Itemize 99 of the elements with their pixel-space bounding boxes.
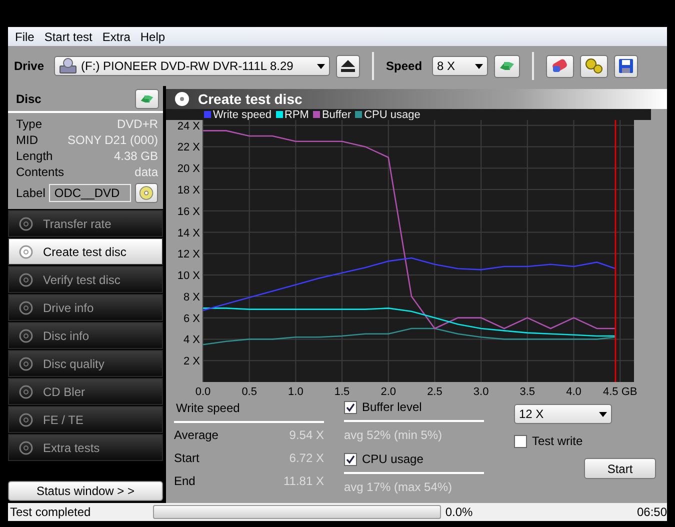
info-label: Length [16,149,53,163]
y-tick-label: 10 X [177,270,200,282]
menu-item[interactable]: Start test [39,30,98,44]
x-tick-label: 3.5 [520,386,536,398]
legend-label: RPM [284,108,309,120]
gears-button[interactable] [580,54,608,78]
label-field[interactable]: ODC__DVD [49,184,132,202]
speed-label: Speed [386,59,422,73]
panel-title: Create test disc [198,91,302,107]
menu-item[interactable]: File [10,30,40,44]
speed-dropdown[interactable]: 8 X [432,56,488,76]
nav-button[interactable]: Disc quality [8,350,163,377]
nav-button[interactable]: Drive info [8,294,163,321]
info-value: DVD+R [116,117,158,131]
stat-value: 11.81 X [284,474,324,488]
caret-icon [599,412,607,416]
disc-button[interactable] [135,183,158,203]
x-tick-label: 4.0 [566,386,582,398]
drive-label: Drive [14,59,44,73]
y-tick-label: 2 X [183,356,200,368]
buffer-summary: avg 52% (min 5%) [344,428,444,444]
status-window-button[interactable]: Status window > > [8,481,163,501]
test-write-checkbox[interactable] [514,434,527,448]
eject-button[interactable] [336,54,360,78]
stat-value: 9.54 X [289,428,324,442]
eject-icon [341,60,356,72]
disc-icon [19,272,33,286]
disc-icon [19,440,33,454]
menu-item[interactable]: Help [135,30,170,44]
drive-dropdown[interactable]: (F:) PIONEER DVD-RW DVR-111L 8.29 [54,56,330,76]
label-caption: Label [16,186,46,200]
caret-icon [317,64,326,68]
legend-label: CPU usage [364,108,420,120]
disc-icon [174,91,190,107]
y-tick-label: 4 X [183,334,200,346]
y-tick-label: 8 X [183,291,200,304]
x-tick-label: 1.5 [334,386,350,398]
info-label: Contents [16,165,64,179]
disc-icon [139,185,154,201]
stat-label: Start [174,450,200,464]
disc-title: Disc [16,92,42,106]
x-tick-label: 0.0 [195,386,211,398]
nav-button[interactable]: Disc info [8,322,163,349]
caret-icon [475,64,484,68]
info-value: 4.38 GB [114,149,158,163]
nav-button[interactable]: Create test disc [8,238,163,265]
info-value: SONY D21 (000) [68,133,158,147]
disc-icon [19,412,33,426]
eraser-button[interactable] [546,54,574,78]
write-speed-dropdown[interactable]: 12 X [514,404,612,424]
y-tick-label: 6 X [183,312,200,325]
y-tick-label: 22 X [177,142,200,154]
y-tick-label: 12 X [177,248,200,261]
info-label: Type [16,117,42,131]
x-tick-label: 4.5 GB [602,386,638,398]
buffer-checkbox[interactable] [344,400,357,414]
info-value: data [134,165,158,179]
info-label: MID [16,133,38,147]
disc-icon [19,216,33,230]
checkbox-label: Test write [532,434,583,448]
y-tick-label: 20 X [177,163,200,176]
refresh-button[interactable] [494,54,520,78]
nav-button[interactable]: CD Bler [8,378,163,405]
nav-button[interactable]: Verify test disc [8,266,163,293]
save-button[interactable] [614,54,638,78]
x-tick-label: 1.0 [288,386,304,398]
nav-button[interactable]: Transfer rate [8,210,163,237]
x-tick-label: 2.0 [380,386,396,398]
progress-percent: 0.0% [445,505,474,519]
cpu-checkbox[interactable] [344,452,357,466]
disc-icon [19,356,33,370]
menu-item[interactable]: Extra [97,30,136,44]
y-tick-label: 24 X [177,120,200,132]
stat-label: End [174,474,196,488]
write-speed-title: Write speed [174,398,324,423]
status-message: Test completed [9,505,92,519]
checkbox-label: Buffer level [362,400,422,414]
checkbox-label: CPU usage [362,452,424,466]
disc-icon [19,300,33,314]
cpu-summary: avg 17% (max 54%) [344,480,454,496]
legend-label: Buffer [322,108,352,120]
x-tick-label: 3.0 [473,386,489,398]
elapsed-time: 06:50 [636,505,668,519]
stat-value: 6.72 X [289,450,324,464]
save-icon [618,58,634,74]
refresh-button[interactable] [135,88,159,108]
x-tick-label: 2.5 [427,386,442,398]
start-button[interactable]: Start [584,458,656,479]
legend-label: Write speed [213,108,272,120]
stat-label: Average [174,428,218,442]
y-tick-label: 18 X [177,184,200,196]
disc-icon [19,328,33,342]
disc-icon [19,384,33,398]
disc-icon [19,244,33,258]
y-tick-label: 16 X [177,206,200,218]
x-tick-label: 0.5 [242,386,257,398]
nav-button[interactable]: Extra tests [8,434,163,461]
y-tick-label: 14 X [177,227,200,240]
nav-button[interactable]: FE / TE [8,406,163,433]
